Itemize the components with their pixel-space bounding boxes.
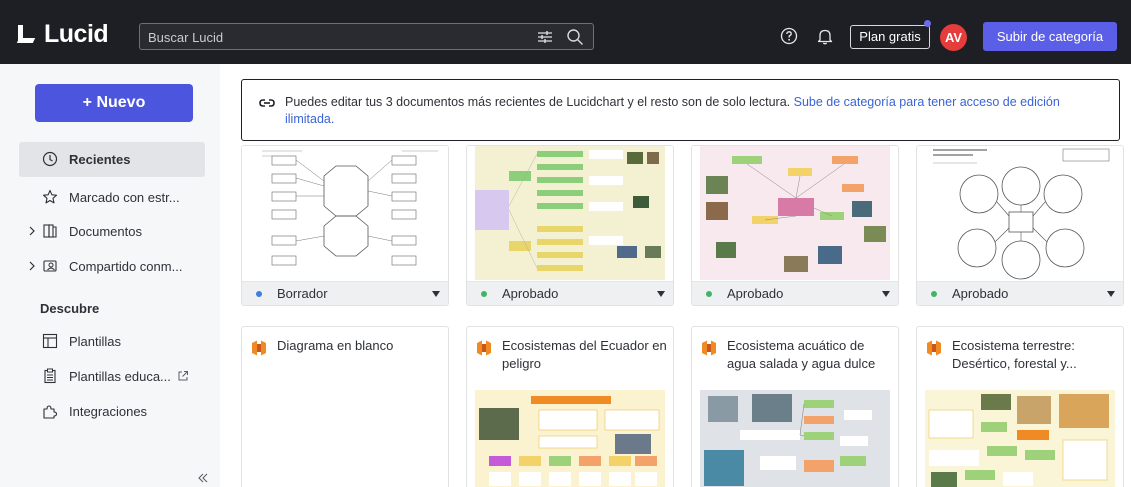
sidebar-item-label: Compartido conm... — [69, 259, 183, 274]
avatar[interactable]: AV — [940, 24, 967, 51]
sidebar-item-documentos[interactable]: Documentos — [19, 214, 205, 249]
sidebar-item-label: Documentos — [69, 224, 142, 239]
link-icon — [259, 99, 275, 107]
puzzle-icon — [43, 405, 58, 419]
status-selector[interactable]: Aprobado — [467, 281, 673, 305]
read-only-banner: Puedes editar tus 3 documentos más recie… — [241, 79, 1120, 141]
caret-down-icon — [1107, 291, 1115, 297]
banner-text: Puedes editar tus 3 documentos más recie… — [285, 95, 794, 109]
top-bar: Lucid Buscar Lucid Plan gratis AV Subir … — [0, 0, 1131, 64]
external-link-icon — [178, 371, 188, 381]
status-selector[interactable]: Borrador — [242, 281, 448, 305]
template-card[interactable]: Ecosistemas del Ecuador en peligro — [466, 326, 674, 487]
search-icon[interactable] — [566, 28, 584, 46]
filter-sliders-icon[interactable] — [537, 29, 553, 45]
status-label: Borrador — [277, 286, 328, 301]
status-label: Aprobado — [952, 286, 1009, 301]
status-dot — [931, 291, 937, 297]
lucidchart-icon — [477, 340, 491, 356]
document-thumbnail — [917, 146, 1123, 280]
template-thumbnail — [475, 390, 665, 487]
search-placeholder: Buscar Lucid — [148, 30, 224, 45]
template-thumbnail — [925, 390, 1115, 487]
chevron-right-icon[interactable] — [27, 259, 37, 273]
status-selector[interactable]: Aprobado — [917, 281, 1123, 305]
template-card[interactable]: Ecosistema terrestre: Desértico, foresta… — [916, 326, 1124, 487]
sidebar-item-label: Plantillas educa... — [69, 369, 171, 384]
plan-button[interactable]: Plan gratis — [850, 25, 930, 49]
lucidchart-icon — [927, 340, 941, 356]
template-title: Ecosistema terrestre: Desértico, foresta… — [952, 338, 1077, 371]
template-title: Diagrama en blanco — [277, 338, 394, 353]
banner-message: Puedes editar tus 3 documentos más recie… — [285, 94, 1095, 128]
help-icon[interactable] — [780, 27, 798, 45]
sidebar-item-label: Integraciones — [69, 404, 148, 419]
clock-icon — [42, 151, 58, 167]
status-label: Aprobado — [727, 286, 784, 301]
new-button[interactable]: + Nuevo — [35, 84, 193, 122]
lucidchart-icon — [252, 340, 266, 356]
star-icon — [42, 189, 58, 204]
document-card[interactable]: Borrador — [241, 145, 449, 306]
sidebar-item-templates[interactable]: Plantillas — [19, 324, 205, 359]
document-card[interactable]: Aprobado — [691, 145, 899, 306]
search-input[interactable]: Buscar Lucid — [139, 23, 594, 50]
sidebar-item-shared[interactable]: Compartido conm... — [19, 249, 205, 284]
sidebar-item-starred[interactable]: Marcado con estr... — [19, 180, 205, 215]
sidebar-item-recientes[interactable]: Recientes — [19, 142, 205, 177]
status-label: Aprobado — [502, 286, 559, 301]
sidebar-item-label: Marcado con estr... — [69, 190, 180, 205]
template-card[interactable]: Ecosistema acuático de agua salada y agu… — [691, 326, 899, 487]
document-thumbnail — [467, 146, 673, 280]
sidebar-item-label: Plantillas — [69, 334, 122, 349]
lucid-logo[interactable]: Lucid — [16, 19, 109, 48]
sidebar-item-label: Recientes — [69, 152, 131, 167]
template-card[interactable]: Diagrama en blanco — [241, 326, 449, 487]
document-thumbnail — [692, 146, 898, 280]
lucidchart-icon — [702, 340, 716, 356]
sidebar-item-integrations[interactable]: Integraciones — [19, 394, 205, 429]
document-thumbnail — [242, 146, 448, 280]
documents-icon — [43, 224, 57, 238]
status-dot — [706, 291, 712, 297]
lucid-logo-mark-icon — [16, 23, 38, 45]
clipboard-icon — [44, 368, 56, 384]
caret-down-icon — [882, 291, 890, 297]
template-thumbnail — [700, 390, 890, 487]
discover-section-title: Descubre — [40, 301, 100, 316]
status-dot — [256, 291, 262, 297]
template-icon — [42, 333, 58, 349]
caret-down-icon — [432, 291, 440, 297]
sidebar: + Nuevo Recientes Marcado con estr... Do… — [0, 64, 220, 487]
notification-dot — [924, 20, 931, 27]
status-selector[interactable]: Aprobado — [692, 281, 898, 305]
caret-down-icon — [657, 291, 665, 297]
sidebar-item-edu-templates[interactable]: Plantillas educa... — [19, 359, 205, 394]
template-title: Ecosistemas del Ecuador en peligro — [502, 338, 667, 371]
notifications-bell-icon[interactable] — [816, 27, 834, 45]
logo-text: Lucid — [44, 19, 109, 48]
upgrade-button[interactable]: Subir de categoría — [983, 22, 1117, 51]
template-title: Ecosistema acuático de agua salada y agu… — [727, 338, 876, 371]
collapse-sidebar-icon[interactable] — [196, 471, 210, 485]
document-card[interactable]: Aprobado — [916, 145, 1124, 306]
shared-icon — [43, 260, 57, 272]
document-card[interactable]: Aprobado — [466, 145, 674, 306]
chevron-right-icon[interactable] — [27, 224, 37, 238]
status-dot — [481, 291, 487, 297]
